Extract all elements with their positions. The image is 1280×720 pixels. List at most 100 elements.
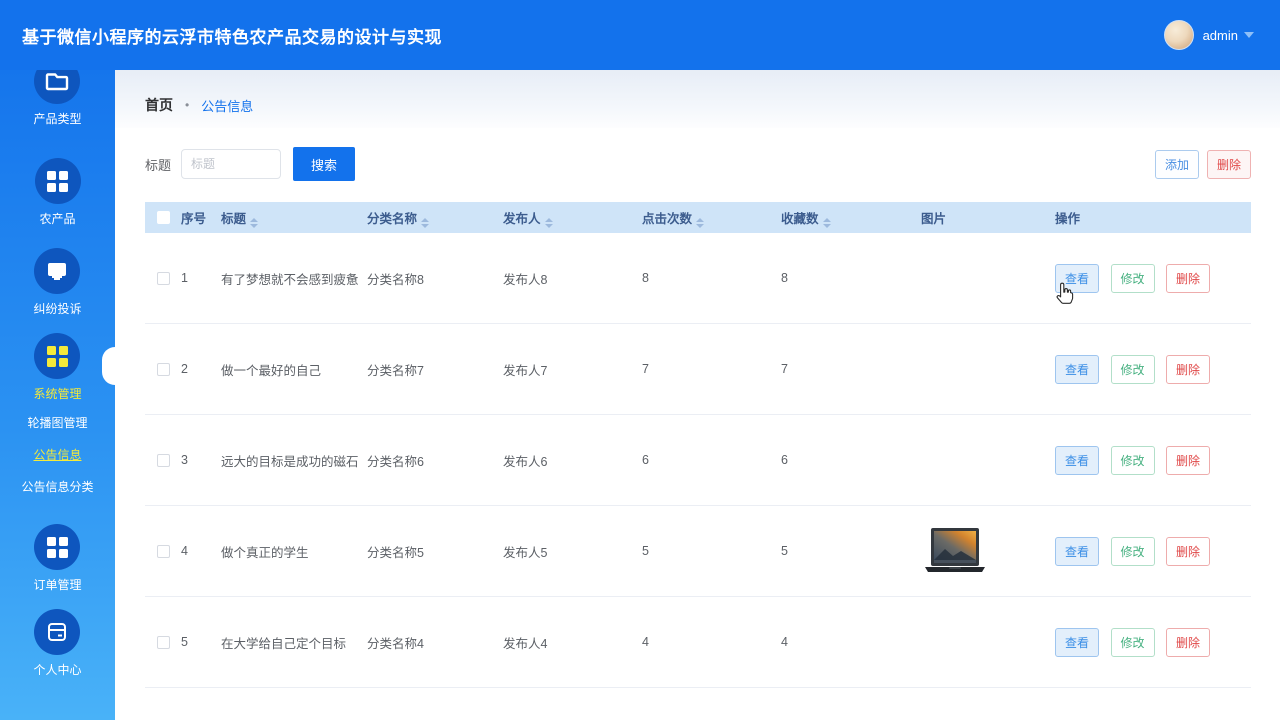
sidebar-item-orders[interactable]: 订单管理: [33, 524, 81, 592]
cell-publisher: 发布人5: [503, 542, 642, 561]
sidebar-item-label: 订单管理: [33, 578, 81, 592]
table-row-partial: [145, 688, 1251, 720]
row-checkbox[interactable]: [157, 272, 170, 285]
active-item-notch: [102, 347, 115, 385]
top-header: 基于微信小程序的云浮市特色农产品交易的设计与实现 admin: [0, 0, 1280, 70]
cell-category: 分类名称5: [367, 542, 503, 561]
sidebar-item-label: 产品类型: [33, 112, 81, 126]
sort-icon[interactable]: [545, 218, 553, 228]
breadcrumb-home[interactable]: 首页: [145, 95, 173, 115]
grid-icon: [34, 333, 80, 379]
sidebar-item-system-management[interactable]: 系统管理: [33, 333, 81, 401]
col-header-image: 图片: [921, 208, 1055, 227]
sidebar: 产品类型 农产品 纠纷投诉 系统管理 轮播图管理 公告信息 公告信息分类: [0, 70, 115, 720]
edit-button[interactable]: 修改: [1111, 537, 1155, 566]
breadcrumb: 首页 • 公告信息: [115, 70, 1280, 128]
cell-publisher: 发布人6: [503, 451, 642, 470]
view-button[interactable]: 查看: [1055, 537, 1099, 566]
cell-title: 有了梦想就不会感到疲惫: [221, 269, 367, 288]
sidebar-item-label: 农产品: [39, 212, 75, 226]
announcements-table: 序号 标题 分类名称 发布人 点击次数 收藏数 图片 操作 1 有了梦想就不会感…: [145, 202, 1251, 720]
row-checkbox[interactable]: [157, 545, 170, 558]
cell-actions: 查看 修改 删除: [1055, 264, 1251, 293]
row-delete-button[interactable]: 删除: [1166, 628, 1210, 657]
cell-image: [921, 527, 1055, 575]
col-header-category[interactable]: 分类名称: [367, 208, 503, 228]
cell-clicks: 5: [642, 544, 781, 558]
sidebar-item-farm-products[interactable]: 农产品: [35, 158, 81, 226]
col-header-publisher[interactable]: 发布人: [503, 208, 642, 228]
edit-button[interactable]: 修改: [1111, 628, 1155, 657]
row-checkbox[interactable]: [157, 636, 170, 649]
user-menu[interactable]: admin: [1164, 20, 1254, 50]
sort-icon[interactable]: [696, 218, 704, 228]
col-header-no[interactable]: 序号: [181, 208, 221, 227]
cell-publisher: 发布人8: [503, 269, 642, 288]
cell-actions: 查看 修改 删除: [1055, 446, 1251, 475]
delete-button[interactable]: 删除: [1207, 150, 1251, 179]
cell-favorites: 6: [781, 453, 921, 467]
cell-title: 做个真正的学生: [221, 542, 367, 561]
add-button[interactable]: 添加: [1155, 150, 1199, 179]
avatar[interactable]: [1164, 20, 1194, 50]
monitor-icon: [34, 248, 80, 294]
sort-icon[interactable]: [421, 218, 429, 228]
cell-title: 远大的目标是成功的磁石: [221, 451, 367, 470]
sidebar-item-product-type[interactable]: 产品类型: [33, 70, 81, 126]
select-all-checkbox[interactable]: [157, 211, 170, 224]
sidebar-item-label: 个人中心: [33, 663, 81, 677]
system-management-submenu: 轮播图管理 公告信息 公告信息分类: [21, 407, 93, 503]
submenu-item-announcement-categories[interactable]: 公告信息分类: [21, 471, 93, 503]
chevron-down-icon: [1244, 32, 1254, 38]
row-checkbox[interactable]: [157, 363, 170, 376]
table-row: 2 做一个最好的自己 分类名称7 发布人7 7 7 查看 修改 删除: [145, 324, 1251, 415]
edit-button[interactable]: 修改: [1111, 446, 1155, 475]
cell-title: 在大学给自己定个目标: [221, 633, 367, 652]
cell-favorites: 8: [781, 271, 921, 285]
sidebar-item-disputes[interactable]: 纠纷投诉: [33, 248, 81, 316]
cell-clicks: 6: [642, 453, 781, 467]
edit-button[interactable]: 修改: [1111, 355, 1155, 384]
table-row: 5 在大学给自己定个目标 分类名称4 发布人4 4 4 查看 修改 删除: [145, 597, 1251, 688]
view-button[interactable]: 查看: [1055, 355, 1099, 384]
view-button[interactable]: 查看: [1055, 264, 1099, 293]
cell-category: 分类名称8: [367, 269, 503, 288]
cell-no: 2: [181, 362, 221, 376]
cell-clicks: 4: [642, 635, 781, 649]
sidebar-item-label: 纠纷投诉: [33, 302, 81, 316]
col-header-clicks[interactable]: 点击次数: [642, 208, 781, 228]
row-delete-button[interactable]: 删除: [1166, 355, 1210, 384]
col-header-title[interactable]: 标题: [221, 208, 367, 228]
submenu-item-carousel[interactable]: 轮播图管理: [27, 407, 87, 439]
row-checkbox[interactable]: [157, 454, 170, 467]
table-row: 1 有了梦想就不会感到疲惫 分类名称8 发布人8 8 8 查看 修改 删除: [145, 233, 1251, 324]
breadcrumb-current[interactable]: 公告信息: [201, 96, 253, 115]
folder-icon: [34, 70, 80, 104]
sidebar-item-personal-center[interactable]: 个人中心: [33, 609, 81, 677]
search-field-label: 标题: [145, 155, 171, 174]
search-input[interactable]: [181, 149, 281, 179]
sort-icon[interactable]: [250, 218, 258, 228]
cell-publisher: 发布人7: [503, 360, 642, 379]
search-toolbar: 标题 搜索 添加 删除: [145, 147, 1251, 181]
row-delete-button[interactable]: 删除: [1166, 264, 1210, 293]
view-button[interactable]: 查看: [1055, 446, 1099, 475]
cell-no: 3: [181, 453, 221, 467]
card-icon: [34, 609, 80, 655]
view-button[interactable]: 查看: [1055, 628, 1099, 657]
col-header-favorites[interactable]: 收藏数: [781, 208, 921, 228]
cell-category: 分类名称6: [367, 451, 503, 470]
search-button[interactable]: 搜索: [293, 147, 355, 181]
submenu-item-announcements[interactable]: 公告信息: [33, 439, 81, 471]
app-title: 基于微信小程序的云浮市特色农产品交易的设计与实现: [22, 23, 442, 48]
cell-publisher: 发布人4: [503, 633, 642, 652]
edit-button[interactable]: 修改: [1111, 264, 1155, 293]
row-delete-button[interactable]: 删除: [1166, 446, 1210, 475]
sidebar-item-label: 系统管理: [33, 387, 81, 401]
sort-icon[interactable]: [823, 218, 831, 228]
cell-category: 分类名称7: [367, 360, 503, 379]
cell-clicks: 7: [642, 362, 781, 376]
row-delete-button[interactable]: 删除: [1166, 537, 1210, 566]
cell-no: 1: [181, 271, 221, 285]
cell-favorites: 5: [781, 544, 921, 558]
